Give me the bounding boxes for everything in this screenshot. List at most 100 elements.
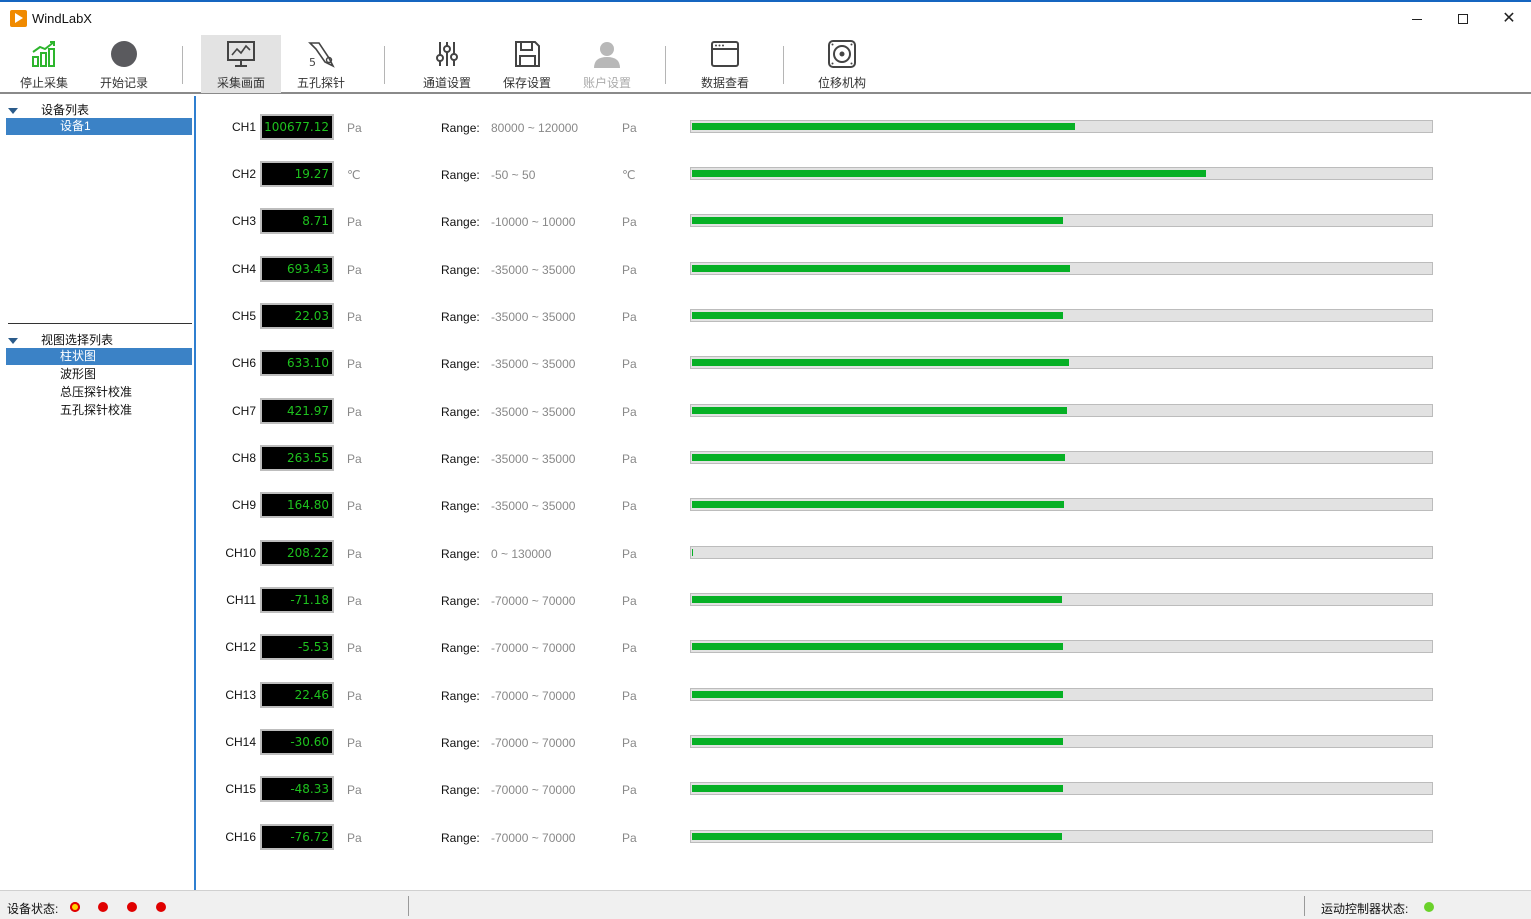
channel-settings-label: 通道设置 bbox=[422, 76, 471, 90]
monitor-chart-icon bbox=[227, 41, 255, 67]
channel-row: CH3 8.71 Pa Range: -10000 ~ 10000 Pa bbox=[198, 208, 1531, 238]
minimize-button[interactable] bbox=[1394, 6, 1440, 32]
motion-controller-status-label: 运动控制器状态: bbox=[1321, 902, 1409, 916]
channel-unit: Pa bbox=[347, 452, 362, 466]
channel-unit: ℃ bbox=[347, 168, 361, 182]
device-status-indicator bbox=[70, 902, 80, 912]
close-button[interactable]: ✕ bbox=[1486, 6, 1531, 32]
view-item-total-pressure-calibration[interactable]: 总压探针校准 bbox=[6, 384, 192, 401]
level-bar-fill bbox=[692, 501, 1064, 508]
channel-row: CH6 633.10 Pa Range: -35000 ~ 35000 Pa bbox=[198, 350, 1531, 380]
view-item-bar-chart[interactable]: 柱状图 bbox=[6, 348, 192, 365]
channel-row: CH13 22.46 Pa Range: -70000 ~ 70000 Pa bbox=[198, 682, 1531, 712]
range-label: Range: bbox=[441, 689, 480, 703]
channel-name: CH6 bbox=[231, 356, 256, 370]
channel-value-display: -76.72 bbox=[260, 824, 334, 850]
channel-value-display: 164.80 bbox=[260, 492, 334, 518]
channel-unit: Pa bbox=[347, 405, 362, 419]
range-label: Range: bbox=[441, 594, 480, 608]
status-separator bbox=[1304, 896, 1305, 916]
range-unit: Pa bbox=[622, 405, 637, 419]
channel-unit: Pa bbox=[347, 215, 362, 229]
account-settings-button[interactable]: 账户设置 bbox=[567, 35, 647, 93]
channel-row: CH10 208.22 Pa Range: 0 ~ 130000 Pa bbox=[198, 540, 1531, 570]
user-icon bbox=[594, 42, 620, 68]
channel-name: CH1 bbox=[231, 120, 256, 134]
level-bar-fill bbox=[692, 738, 1063, 745]
level-bar bbox=[690, 451, 1433, 464]
acquisition-view-button[interactable]: 采集画面 bbox=[201, 35, 281, 93]
collapse-triangle-icon[interactable] bbox=[8, 337, 18, 344]
device-status-indicator bbox=[98, 902, 108, 912]
level-bar-fill bbox=[692, 643, 1063, 650]
channel-unit: Pa bbox=[347, 736, 362, 750]
level-bar bbox=[690, 782, 1433, 795]
maximize-button[interactable] bbox=[1440, 6, 1486, 32]
view-item-five-hole-calibration[interactable]: 五孔探针校准 bbox=[6, 402, 192, 419]
level-bar-fill bbox=[692, 265, 1070, 272]
channel-row: CH4 693.43 Pa Range: -35000 ~ 35000 Pa bbox=[198, 256, 1531, 286]
level-bar bbox=[690, 546, 1433, 559]
channel-row: CH16 -76.72 Pa Range: -70000 ~ 70000 Pa bbox=[198, 824, 1531, 854]
channel-row: CH15 -48.33 Pa Range: -70000 ~ 70000 Pa bbox=[198, 776, 1531, 806]
channel-unit: Pa bbox=[347, 689, 362, 703]
level-bar-fill bbox=[692, 549, 693, 556]
save-settings-button[interactable]: 保存设置 bbox=[487, 35, 567, 93]
range-label: Range: bbox=[441, 168, 480, 182]
channel-name: CH11 bbox=[226, 593, 256, 607]
level-bar bbox=[690, 498, 1433, 511]
view-item-waveform[interactable]: 波形图 bbox=[6, 366, 192, 383]
range-unit: Pa bbox=[622, 594, 637, 608]
start-record-button[interactable]: 开始记录 bbox=[84, 35, 164, 93]
level-bar-fill bbox=[692, 596, 1062, 603]
toolbar: 停止采集 开始记录 采集画面 5 五孔探针 通道设置 保存设置 账户设置 数据查… bbox=[0, 34, 1531, 94]
channel-value-display: 22.46 bbox=[260, 682, 334, 708]
channel-settings-button[interactable]: 通道设置 bbox=[407, 35, 487, 93]
stop-acquisition-button[interactable]: 停止采集 bbox=[4, 35, 84, 93]
channel-value-display: 263.55 bbox=[260, 445, 334, 471]
channel-name: CH7 bbox=[231, 404, 256, 418]
channel-unit: Pa bbox=[347, 831, 362, 845]
channel-row: CH2 19.27 ℃ Range: -50 ~ 50 ℃ bbox=[198, 161, 1531, 191]
left-panel: 设备列表 设备1 视图选择列表 柱状图 波形图 总压探针校准 五孔探针校准 bbox=[0, 96, 196, 890]
level-bar-fill bbox=[692, 691, 1063, 698]
range-value: -70000 ~ 70000 bbox=[491, 783, 576, 797]
channel-unit: Pa bbox=[347, 263, 362, 277]
level-bar-fill bbox=[692, 217, 1063, 224]
channel-name: CH5 bbox=[231, 309, 256, 323]
five-hole-probe-label: 五孔探针 bbox=[296, 76, 345, 90]
range-label: Range: bbox=[441, 499, 480, 513]
level-bar bbox=[690, 262, 1433, 275]
panel-divider bbox=[8, 323, 192, 324]
svg-text:5: 5 bbox=[309, 56, 316, 68]
channel-value-display: 633.10 bbox=[260, 350, 334, 376]
stop-acquisition-label: 停止采集 bbox=[19, 76, 68, 90]
view-list-header[interactable]: 视图选择列表 bbox=[8, 331, 113, 348]
window-title: WindLabX bbox=[32, 11, 92, 26]
channel-value-display: -71.18 bbox=[260, 587, 334, 613]
channel-name: CH4 bbox=[231, 262, 256, 276]
title-bar: WindLabX ✕ bbox=[0, 0, 1531, 34]
device-list-header[interactable]: 设备列表 bbox=[8, 101, 89, 118]
range-unit: Pa bbox=[622, 263, 637, 277]
channel-name: CH8 bbox=[231, 451, 256, 465]
channel-value-display: 421.97 bbox=[260, 398, 334, 424]
channel-row: CH12 -5.53 Pa Range: -70000 ~ 70000 Pa bbox=[198, 634, 1531, 664]
range-unit: Pa bbox=[622, 452, 637, 466]
range-label: Range: bbox=[441, 263, 480, 277]
range-label: Range: bbox=[441, 736, 480, 750]
channel-row: CH7 421.97 Pa Range: -35000 ~ 35000 Pa bbox=[198, 398, 1531, 428]
five-hole-probe-button[interactable]: 5 五孔探针 bbox=[281, 35, 361, 93]
range-value: -50 ~ 50 bbox=[491, 168, 536, 182]
displacement-mechanism-button[interactable]: 位移机构 bbox=[802, 35, 882, 93]
toolbar-separator bbox=[182, 46, 183, 84]
channel-unit: Pa bbox=[347, 547, 362, 561]
channel-unit: Pa bbox=[347, 357, 362, 371]
data-view-button[interactable]: 数据查看 bbox=[685, 35, 765, 93]
device-list-item[interactable]: 设备1 bbox=[6, 118, 192, 135]
range-label: Range: bbox=[441, 547, 480, 561]
range-unit: Pa bbox=[622, 499, 637, 513]
app-logo-icon bbox=[10, 10, 27, 27]
level-bar-fill bbox=[692, 312, 1063, 319]
collapse-triangle-icon[interactable] bbox=[8, 107, 18, 114]
